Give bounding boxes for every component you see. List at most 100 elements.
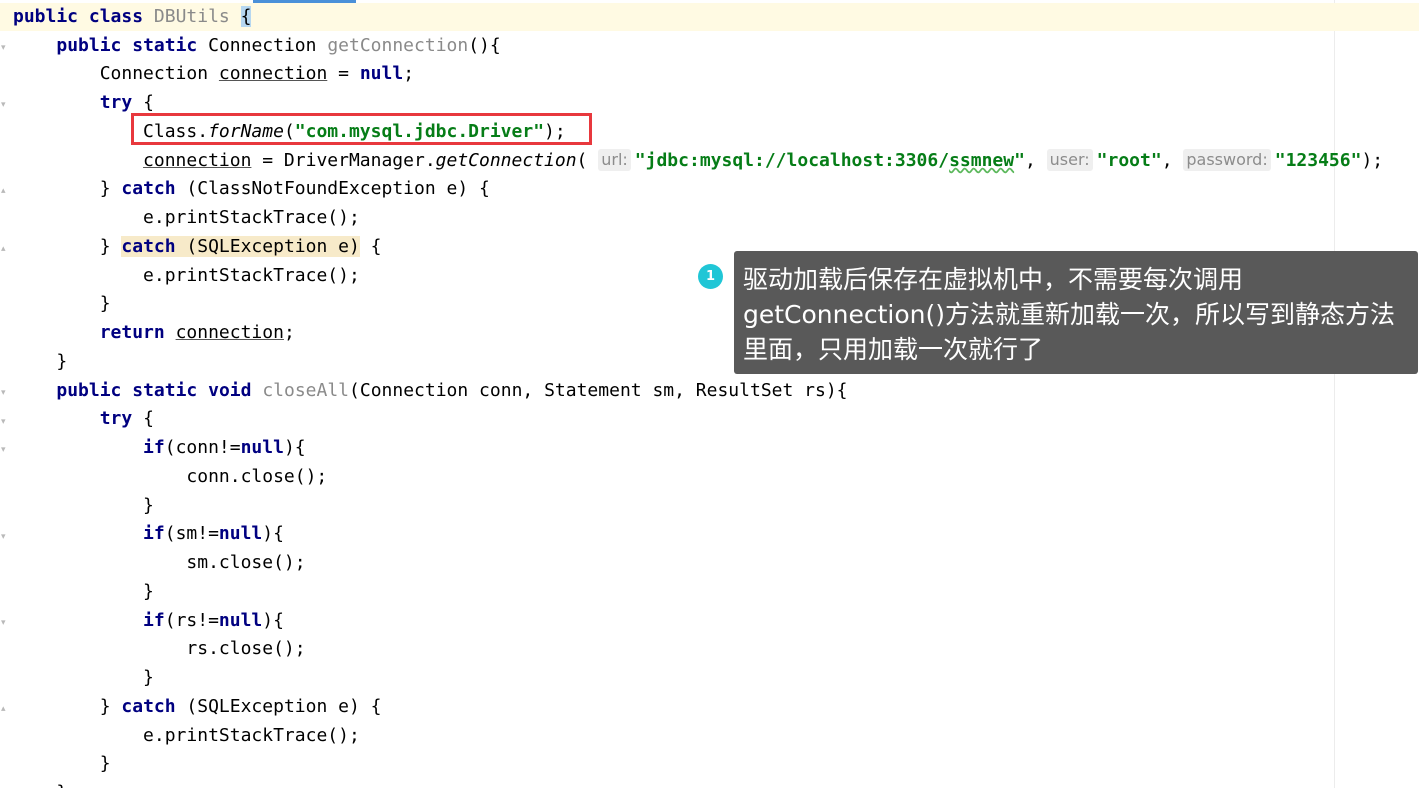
code-line[interactable]: } catch (SQLException e) { (13, 233, 382, 261)
code-text: (SQLException e) { (175, 696, 382, 717)
code-line[interactable]: if(sm!=null){ (13, 520, 284, 548)
code-text: (ClassNotFoundException e) { (175, 178, 490, 199)
keyword: public (56, 380, 122, 401)
code-text: (conn!= (164, 437, 241, 458)
code-line[interactable]: return connection; (13, 319, 295, 347)
code-line[interactable]: } catch (ClassNotFoundException e) { (13, 175, 490, 203)
keyword: if (143, 437, 165, 458)
keyword: null (218, 523, 263, 544)
code-line[interactable]: } (13, 664, 154, 692)
type-name: Connection (208, 35, 317, 56)
code-text: ){ (283, 437, 306, 458)
code-text: e.printStackTrace(); (143, 207, 360, 228)
fold-marker-icon[interactable]: ▾ (1, 44, 9, 53)
code-line[interactable]: public static void closeAll(Connection c… (13, 377, 848, 405)
code-line[interactable]: } (13, 348, 67, 376)
code-line[interactable]: } (13, 290, 111, 318)
brace: } (56, 351, 68, 372)
code-text: (){ (468, 35, 501, 56)
fold-marker-icon[interactable]: ▴ (1, 245, 9, 254)
highlight-box (131, 113, 592, 145)
fold-marker-icon[interactable]: ▴ (1, 705, 9, 714)
code-editor[interactable]: ▾ ▾ ▴ ▴ ▾ ▾ ▾ ▾ ▾ ▴ public class DBUtils… (0, 0, 1419, 788)
code-line[interactable]: } (13, 578, 154, 606)
keyword: null (240, 437, 284, 458)
brace: { (240, 6, 252, 27)
keyword: class (88, 6, 144, 27)
code-text: e.printStackTrace(); (143, 265, 360, 286)
code-line[interactable]: connection = DriverManager.getConnection… (13, 147, 1383, 175)
brace: } (143, 581, 154, 602)
fold-marker-icon[interactable]: ▾ (1, 101, 9, 110)
annotation-text: 驱动加载后保存在虚拟机中，不需要每次调用getConnection()方法就重新… (743, 265, 1396, 364)
brace: { (359, 236, 382, 257)
keyword: catch (121, 178, 176, 199)
code-line[interactable]: } catch (SQLException e) { (13, 693, 382, 721)
parameter-hint: url: (598, 149, 631, 171)
variable: connection (218, 63, 328, 84)
fold-marker-icon[interactable]: ▾ (1, 533, 9, 542)
keyword: null (218, 610, 263, 631)
keyword: catch (121, 696, 176, 717)
parameter-hint: user: (1046, 149, 1093, 171)
operator: = (338, 63, 349, 84)
code-text: ; (403, 63, 415, 84)
code-line[interactable]: sm.close(); (13, 549, 306, 577)
code-line[interactable]: e.printStackTrace(); (13, 262, 360, 290)
code-line[interactable]: try { (13, 405, 154, 433)
code-text: (rs!= (164, 610, 219, 631)
keyword: catch (121, 236, 176, 257)
keyword: try (99, 92, 133, 113)
fold-marker-icon[interactable]: ▾ (1, 619, 9, 628)
code-line[interactable]: Connection connection = null; (13, 60, 414, 88)
fold-marker-icon[interactable]: ▾ (1, 389, 9, 398)
method-name: closeAll (262, 380, 350, 401)
keyword: static (132, 380, 198, 401)
brace: } (99, 178, 122, 199)
fold-marker-icon[interactable]: ▾ (1, 418, 9, 427)
code-line[interactable]: e.printStackTrace(); (13, 722, 360, 750)
code-text: ; (283, 322, 295, 343)
code-line[interactable]: } (13, 779, 67, 788)
code-text: sm.close(); (186, 552, 306, 573)
parameter-hint: password: (1183, 149, 1271, 171)
brace: { (143, 408, 154, 429)
code-line[interactable]: e.printStackTrace(); (13, 204, 360, 232)
annotation-tooltip: 驱动加载后保存在虚拟机中，不需要每次调用getConnection()方法就重新… (734, 251, 1418, 374)
type-name: Connection (99, 63, 209, 84)
string-literal: "root" (1096, 150, 1162, 171)
code-text: , (1161, 150, 1173, 171)
code-text: (SQLException e) (175, 236, 360, 257)
keyword: return (99, 322, 165, 343)
method-call: getConnection (435, 150, 577, 171)
brace: } (99, 236, 122, 257)
keyword: public (56, 35, 122, 56)
code-text: ){ (262, 523, 284, 544)
annotation-badge[interactable]: 1 (698, 264, 723, 289)
variable: connection (143, 150, 252, 171)
code-line[interactable]: public static Connection getConnection()… (13, 32, 501, 60)
keyword: if (143, 610, 165, 631)
keyword: null (359, 63, 404, 84)
code-text: ){ (262, 610, 284, 631)
fold-marker-icon[interactable]: ▴ (1, 187, 9, 196)
code-text: conn.close(); (186, 466, 328, 487)
keyword: if (143, 523, 165, 544)
keyword: static (132, 35, 198, 56)
string-literal: "jdbc:mysql://localhost:3306/ (634, 150, 950, 171)
code-line[interactable]: if(rs!=null){ (13, 607, 284, 635)
code-text: (Connection conn, Statement sm, ResultSe… (349, 380, 848, 401)
code-line[interactable]: conn.close(); (13, 463, 327, 491)
code-text: ( (576, 150, 588, 171)
fold-marker-icon[interactable]: ▾ (1, 446, 9, 455)
code-line[interactable]: rs.close(); (13, 635, 305, 663)
code-text: e.printStackTrace(); (143, 725, 360, 746)
code-line[interactable]: public class DBUtils { (0, 3, 1419, 31)
code-line[interactable]: if(conn!=null){ (13, 434, 306, 462)
brace: } (143, 667, 154, 688)
brace: } (99, 753, 111, 774)
brace: } (99, 696, 122, 717)
string-literal: " (1014, 150, 1025, 171)
code-line[interactable]: } (13, 492, 154, 520)
code-line[interactable]: } (13, 750, 111, 778)
